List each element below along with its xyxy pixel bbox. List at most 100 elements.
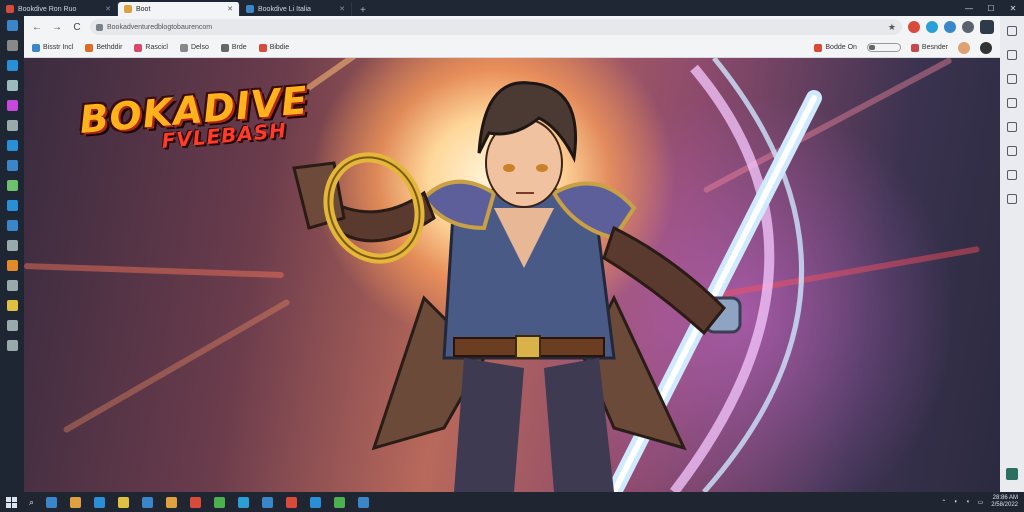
extension-icon[interactable]	[944, 21, 956, 33]
sidebar-app-icon[interactable]	[6, 160, 18, 171]
sidebar-app-icon[interactable]	[6, 340, 18, 351]
app-favicon-icon	[6, 5, 14, 13]
taskbar-app-icon[interactable]	[262, 496, 274, 508]
taskbar-app-icon[interactable]	[118, 496, 130, 508]
bookmark-label: Bodde On	[825, 44, 857, 51]
close-icon[interactable]: ✕	[227, 5, 233, 13]
start-button[interactable]	[6, 496, 17, 508]
sidebar-tool-icon[interactable]	[1007, 98, 1017, 108]
extension-icon[interactable]	[908, 21, 920, 33]
sidebar-app-icon[interactable]	[6, 300, 18, 311]
search-icon[interactable]: ⌕	[29, 497, 34, 508]
left-sidebar	[0, 16, 24, 492]
hero-illustration	[292, 58, 822, 492]
address-bar[interactable]: Bookadventuredblogtobaurencom ★	[90, 19, 902, 35]
taskbar-app-icon[interactable]	[190, 496, 202, 508]
sidebar-app-icon[interactable]	[6, 200, 18, 211]
tab-2-active[interactable]: Boot ✕	[118, 2, 240, 16]
taskbar-app-icon[interactable]	[166, 496, 178, 508]
taskbar-app-icon[interactable]	[214, 496, 226, 508]
minimize-icon[interactable]: —	[958, 4, 980, 13]
menu-icon[interactable]	[980, 41, 992, 54]
taskbar-app-icon[interactable]	[334, 496, 346, 508]
bookmark-label: Rascicl	[145, 44, 168, 51]
bookmark-star-icon[interactable]: ★	[888, 22, 896, 33]
back-button[interactable]: ←	[30, 20, 44, 34]
bookmark-label: Delso	[190, 44, 209, 51]
os-taskbar: ⌕ ⌃ ◐ ◖ ▭ 28:86 AM 2/58/2022	[0, 492, 1024, 512]
bookmark-favicon-icon	[220, 43, 229, 52]
maximize-icon[interactable]: ☐	[980, 4, 1002, 13]
window-controls: — ☐ ✕	[958, 0, 1024, 16]
bookmark-item[interactable]: Bibdie	[258, 43, 290, 52]
clock-time: 28:86 AM	[992, 495, 1018, 501]
toggle-switch[interactable]	[866, 43, 901, 52]
taskbar-app-icon[interactable]	[46, 496, 58, 508]
sidebar-app-icon[interactable]	[6, 140, 18, 151]
bookmark-label: Bibdie	[269, 44, 290, 51]
new-tab-button[interactable]: +	[352, 5, 374, 16]
sidebar-app-icon[interactable]	[6, 260, 18, 271]
right-sidebar	[1000, 16, 1024, 492]
bookmark-item[interactable]: Brde	[220, 43, 247, 52]
sidebar-app-icon[interactable]	[6, 100, 18, 111]
bookmark-item[interactable]: Rascicl	[134, 43, 168, 52]
bookmark-favicon-icon	[258, 43, 267, 52]
sidebar-app-icon[interactable]	[6, 180, 18, 191]
clock[interactable]: 28:86 AM 2/58/2022	[991, 495, 1018, 509]
bookmark-favicon-icon	[85, 43, 94, 52]
light-ray	[24, 263, 284, 279]
reload-button[interactable]: C	[70, 20, 84, 34]
screen: Bookdive Ron Ruo ✕ Boot ✕ Bookdive Li It…	[0, 0, 1024, 512]
taskbar-app-icon[interactable]	[70, 496, 82, 508]
bookmarks-right-group: Bodde On Besnder	[814, 41, 992, 54]
tab-1[interactable]: Bookdive Ron Ruo ✕	[0, 2, 118, 16]
sidebar-app-icon[interactable]	[6, 240, 18, 251]
sidebar-app-icon[interactable]	[6, 60, 18, 71]
extension-icon[interactable]	[926, 21, 938, 33]
url-text: Bookadventuredblogtobaurencom	[107, 23, 213, 31]
close-window-icon[interactable]: ✕	[1002, 4, 1024, 13]
sidebar-app-icon[interactable]	[6, 120, 18, 131]
close-icon[interactable]: ✕	[339, 5, 345, 13]
sidebar-tool-icon[interactable]	[1007, 26, 1017, 36]
sidebar-tool-icon[interactable]	[1007, 146, 1017, 156]
sidebar-tool-icon[interactable]	[1007, 170, 1017, 180]
taskbar-apps	[46, 496, 370, 508]
forward-button[interactable]: →	[50, 20, 64, 34]
taskbar-app-icon[interactable]	[94, 496, 106, 508]
taskbar-app-icon[interactable]	[142, 496, 154, 508]
sidebar-app-icon[interactable]	[6, 20, 18, 31]
bookmark-item[interactable]: Bisstr Incl	[32, 43, 73, 52]
chevron-up-icon[interactable]: ⌃	[941, 499, 946, 506]
extension-icon[interactable]	[962, 21, 974, 33]
taskbar-app-icon[interactable]	[358, 496, 370, 508]
profile-icon[interactable]	[958, 41, 970, 54]
sidebar-tool-icon[interactable]	[1007, 122, 1017, 132]
profile-avatar[interactable]	[980, 20, 994, 34]
sidebar-app-icon[interactable]	[6, 40, 18, 51]
sidebar-tool-icon[interactable]	[1007, 50, 1017, 60]
tab-label: Bookdive Li Italia	[258, 5, 311, 13]
sidebar-app-icon[interactable]	[6, 280, 18, 291]
tab-3[interactable]: Bookdive Li Italia ✕	[240, 2, 352, 16]
bookmark-item[interactable]: Besnder	[910, 43, 948, 52]
network-icon[interactable]: ◐	[954, 499, 958, 505]
bookmark-item[interactable]: Delso	[179, 43, 209, 52]
sidebar-app-icon[interactable]	[6, 320, 18, 331]
sidebar-app-icon[interactable]	[6, 80, 18, 91]
taskbar-app-icon[interactable]	[310, 496, 322, 508]
bookmark-label: Bethddir	[96, 44, 123, 51]
sidebar-tool-icon[interactable]	[1007, 74, 1017, 84]
taskbar-app-icon[interactable]	[238, 496, 250, 508]
volume-icon[interactable]: ◖	[966, 499, 970, 505]
bookmark-item[interactable]: Bethddir	[85, 43, 123, 52]
sidebar-app-icon[interactable]	[6, 220, 18, 231]
battery-icon[interactable]: ▭	[978, 499, 984, 506]
bookmark-item[interactable]: Bodde On	[814, 43, 857, 52]
taskbar-app-icon[interactable]	[286, 496, 298, 508]
bookmark-favicon-icon	[910, 43, 919, 52]
sidebar-settings-icon[interactable]	[1006, 468, 1018, 480]
close-icon[interactable]: ✕	[105, 5, 111, 13]
sidebar-tool-icon[interactable]	[1007, 194, 1017, 204]
